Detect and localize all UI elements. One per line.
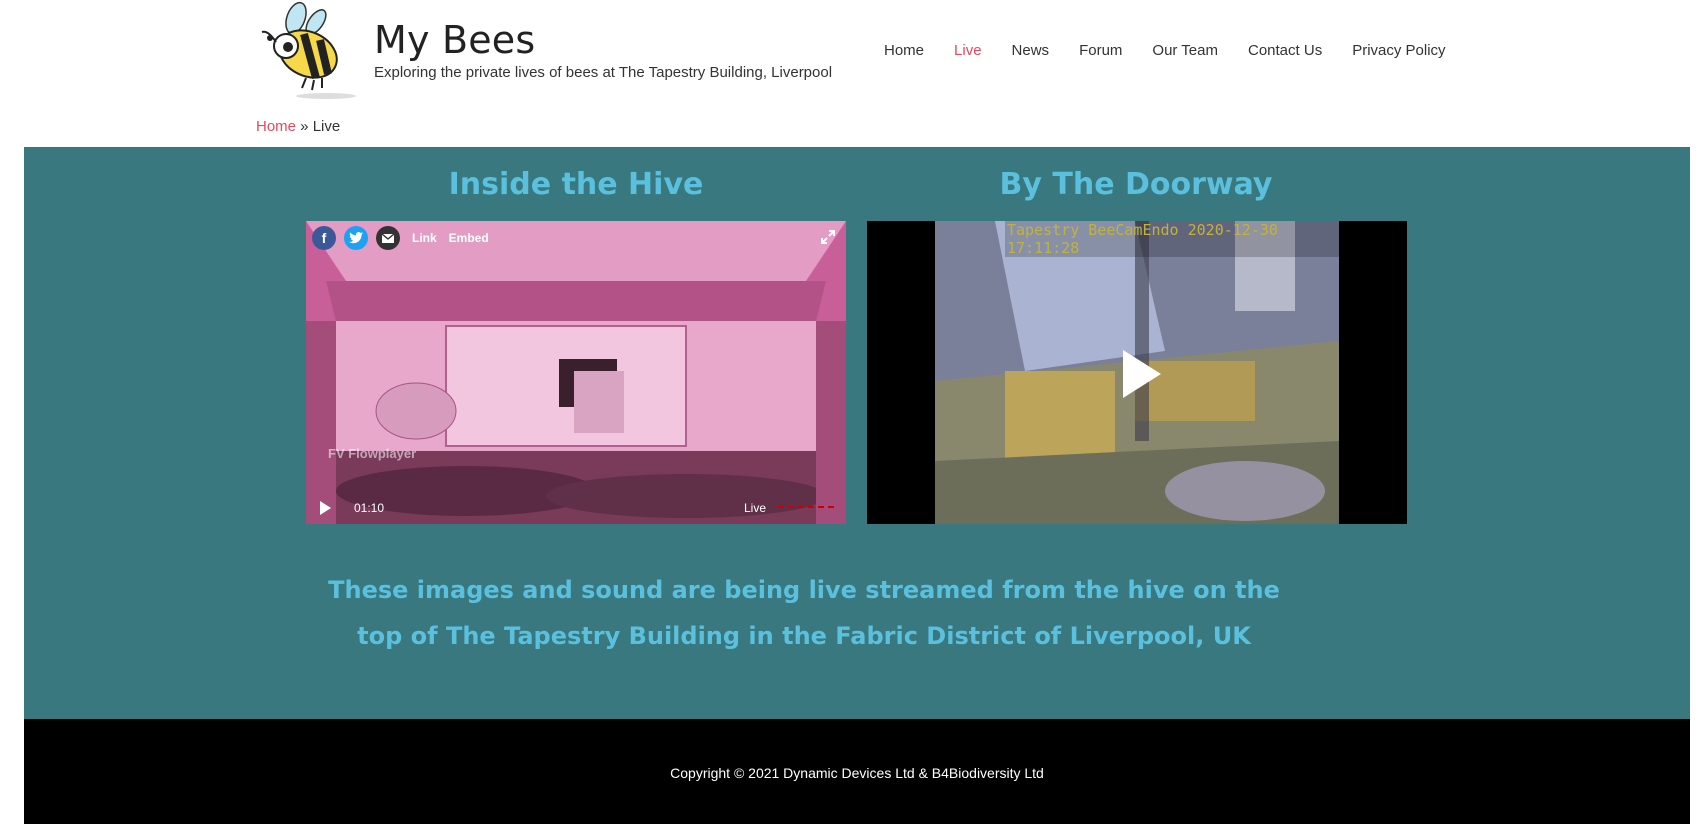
camera-timestamp: Tapestry BeeCamEndo 2020-12-30 17:11:28 [1005,221,1339,257]
site-tagline: Exploring the private lives of bees at T… [374,64,833,81]
play-icon-large[interactable] [1123,350,1161,398]
twitter-icon[interactable] [344,226,368,250]
site-footer: Copyright © 2021 Dynamic Devices Ltd & B… [24,719,1690,824]
player-controls: 01:10 Live [306,492,846,524]
breadcrumb-home-link[interactable]: Home [256,118,296,135]
play-icon[interactable] [320,501,331,515]
nav-item-home[interactable]: Home [884,42,924,59]
facebook-icon[interactable]: f [312,226,336,250]
door-video-title: By The Doorway [999,167,1273,202]
elapsed-time: 01:10 [354,501,385,515]
share-toolbar: f Link Embed [306,221,846,255]
nav-item-privacy-policy[interactable]: Privacy Policy [1352,42,1445,59]
hive-video-player[interactable]: f Link Embed FV Flowplayer 01:10 Live [306,221,846,524]
hive-video-title: Inside the Hive [448,167,704,202]
bee-logo[interactable] [256,0,360,100]
stream-description: These images and sound are being live st… [328,576,1280,650]
hive-video-frame [306,221,846,524]
live-progress-bar[interactable] [778,506,834,510]
breadcrumb-separator: » [296,118,313,135]
site-title[interactable]: My Bees [374,18,535,62]
email-icon[interactable] [376,226,400,250]
nav-item-forum[interactable]: Forum [1079,42,1122,59]
live-indicator: Live [743,501,766,515]
main-nav: Home Live News Forum Our Team Contact Us… [884,42,1476,59]
fullscreen-icon[interactable] [820,229,836,245]
nav-item-news[interactable]: News [1012,42,1050,59]
link-button[interactable]: Link [412,231,437,245]
site-header: My Bees Exploring the private lives of b… [0,0,1707,140]
flowplayer-watermark: FV Flowplayer [328,446,417,461]
copyright-text: Copyright © 2021 Dynamic Devices Ltd & B… [670,765,1044,781]
breadcrumb: Home » Live [256,118,340,135]
embed-button[interactable]: Embed [449,231,489,245]
door-video-player[interactable]: Tapestry BeeCamEndo 2020-12-30 17:11:28 [867,221,1407,524]
nav-item-contact-us[interactable]: Contact Us [1248,42,1322,59]
breadcrumb-current: Live [312,118,341,135]
nav-item-live[interactable]: Live [954,42,982,59]
nav-item-our-team[interactable]: Our Team [1152,42,1218,59]
live-stream-section: Inside the Hive By The Doorway f Link Em… [24,147,1690,719]
